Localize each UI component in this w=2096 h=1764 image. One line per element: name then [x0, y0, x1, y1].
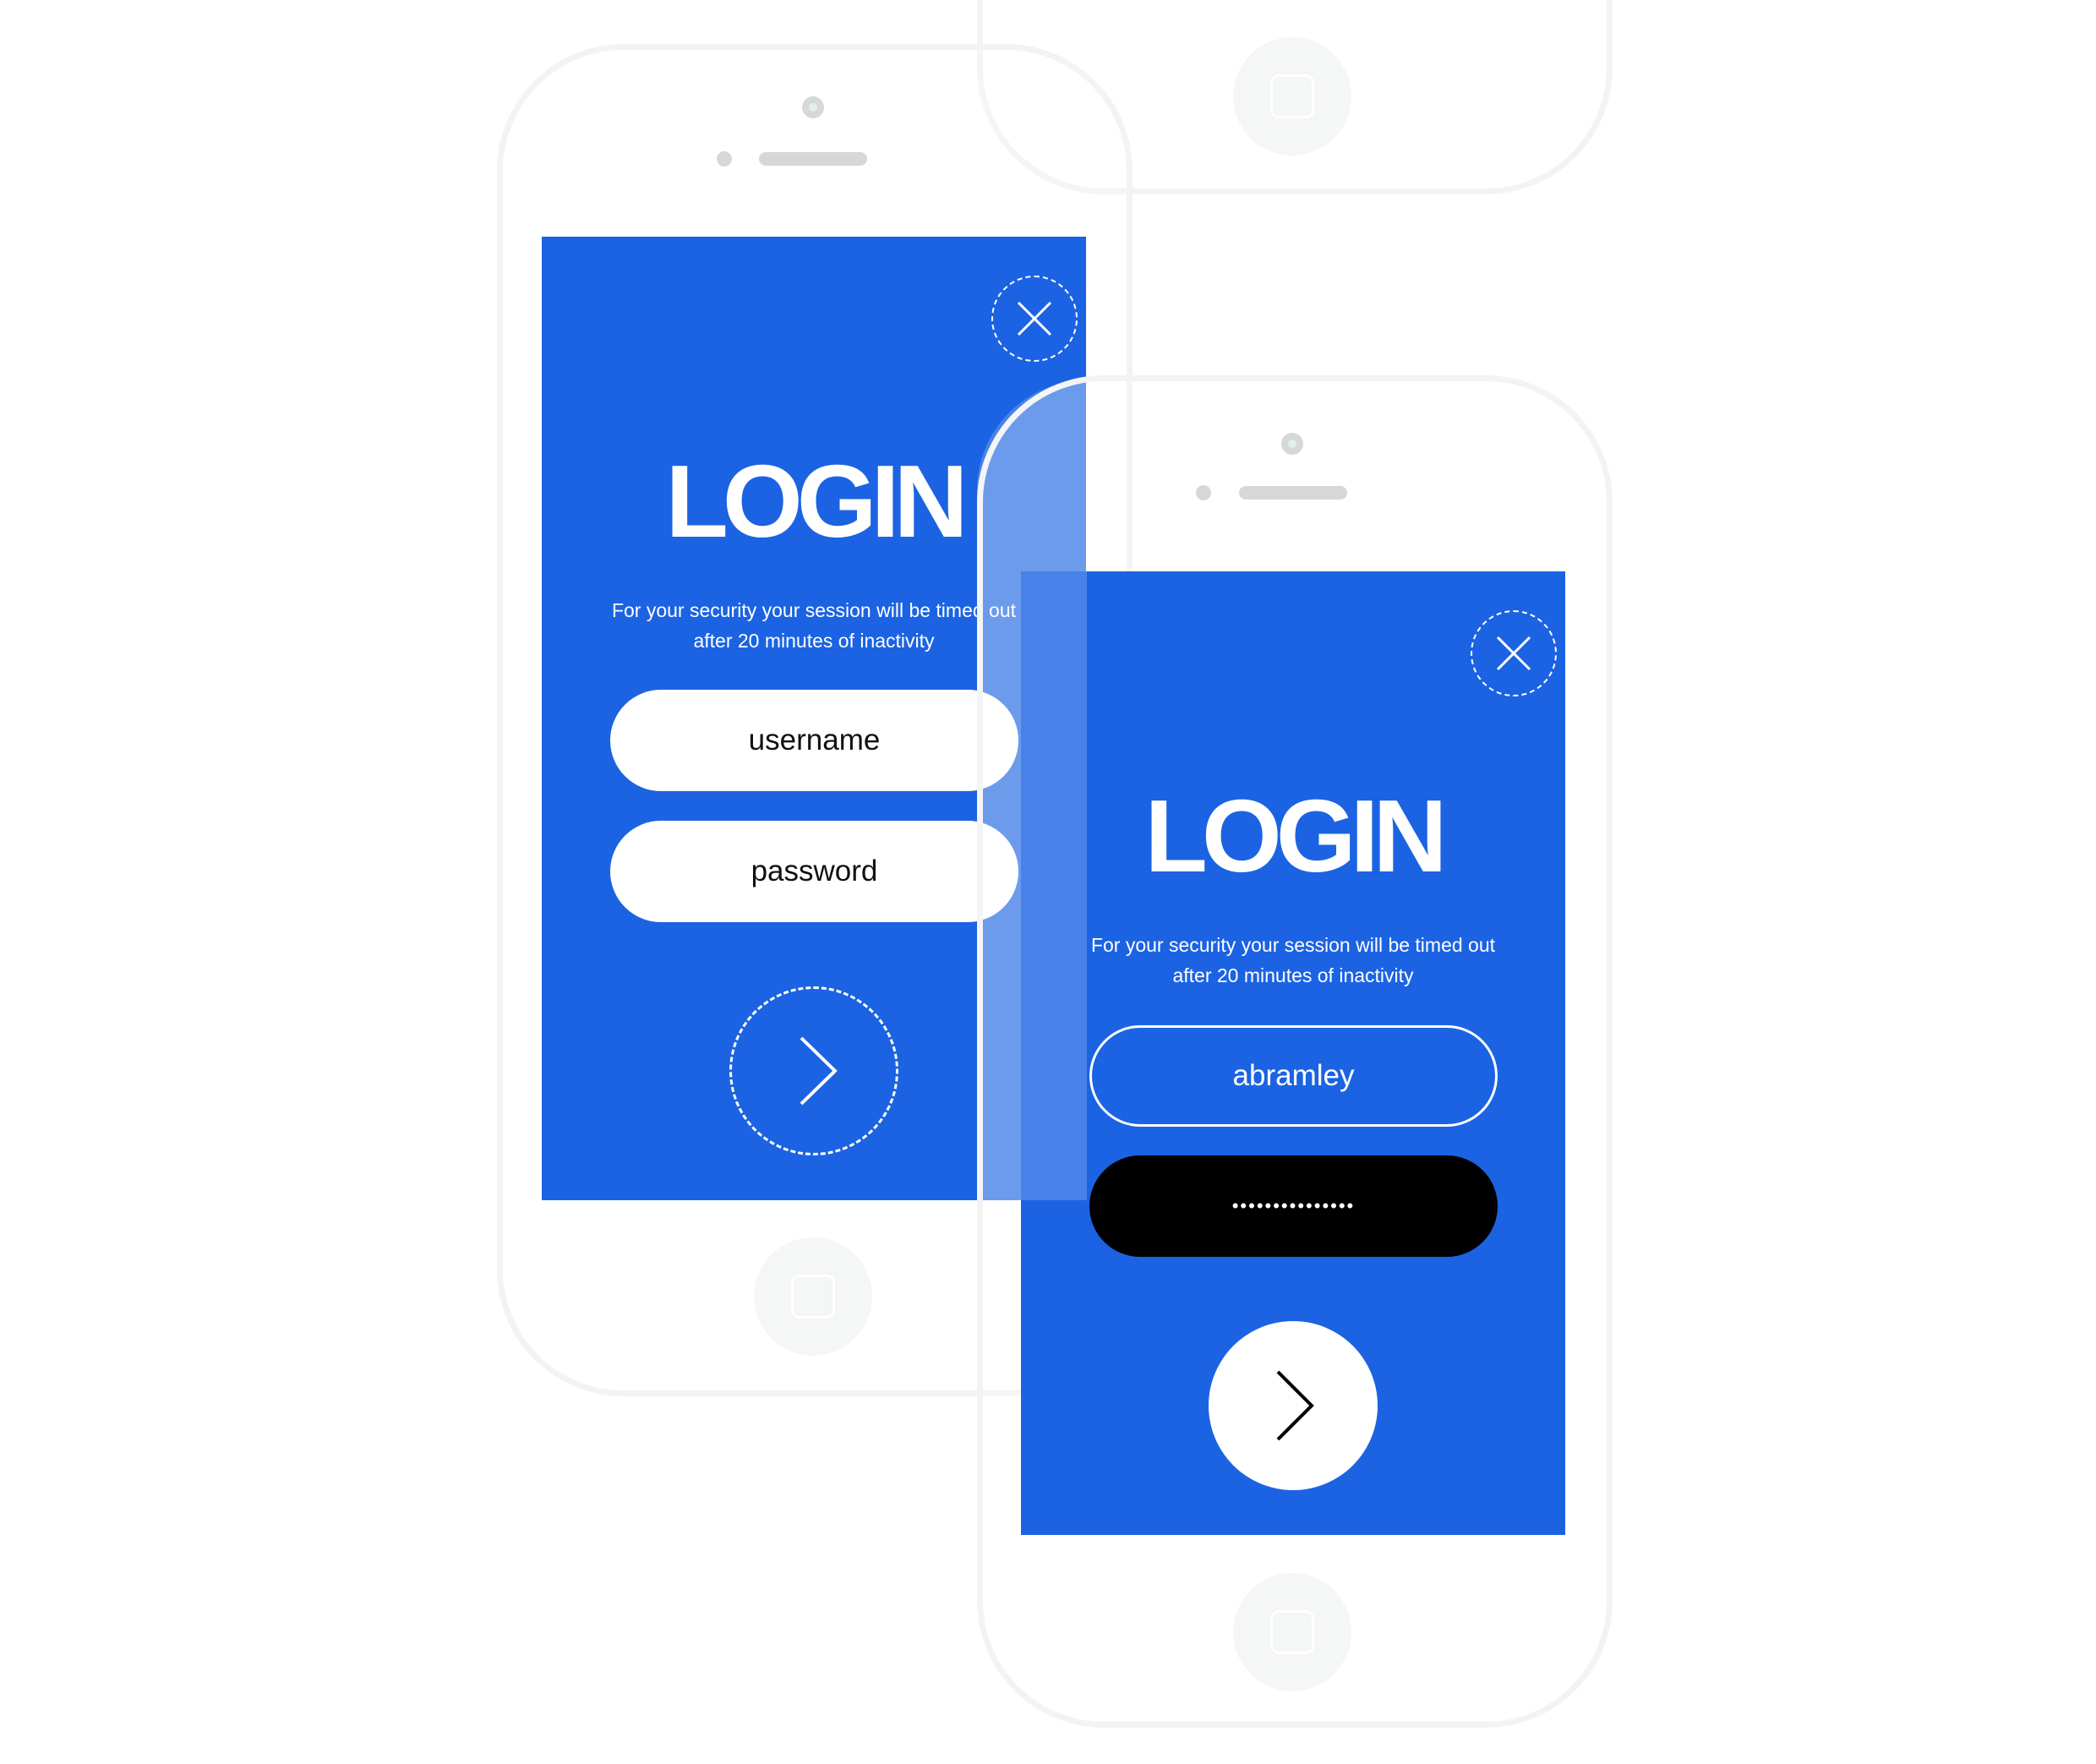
phone-overlap — [977, 380, 1087, 1200]
close-button[interactable] — [1471, 610, 1557, 696]
session-notice: For your security your session will be t… — [1021, 930, 1565, 991]
home-button-top — [1233, 37, 1351, 156]
login-title: LOGIN — [1144, 778, 1447, 893]
camera-right — [1281, 433, 1303, 455]
password-input[interactable]: password — [610, 821, 1018, 922]
close-icon — [1017, 301, 1052, 336]
sensor-left — [717, 151, 732, 167]
close-button[interactable] — [991, 276, 1078, 362]
username-input[interactable]: abramley — [1089, 1025, 1498, 1127]
username-input[interactable]: username — [610, 690, 1018, 791]
submit-button[interactable] — [729, 986, 898, 1155]
chevron-right-icon — [800, 1036, 838, 1106]
home-button-right — [1233, 1573, 1351, 1691]
speaker-right — [1239, 486, 1347, 500]
session-notice-line2: after 20 minutes of inactivity — [1172, 964, 1414, 986]
camera-left — [802, 96, 824, 118]
password-input[interactable]: ••••••••••••••• — [1089, 1155, 1498, 1257]
speaker-left — [759, 152, 867, 166]
session-notice-line1: For your security your session will be t… — [1090, 934, 1496, 956]
chevron-right-icon — [1276, 1370, 1314, 1441]
home-button-left — [754, 1237, 872, 1356]
submit-button[interactable] — [1209, 1321, 1378, 1490]
close-icon — [1496, 636, 1531, 671]
sensor-right — [1196, 485, 1211, 500]
login-screen-right: LOGIN For your security your session wil… — [1021, 571, 1565, 1535]
